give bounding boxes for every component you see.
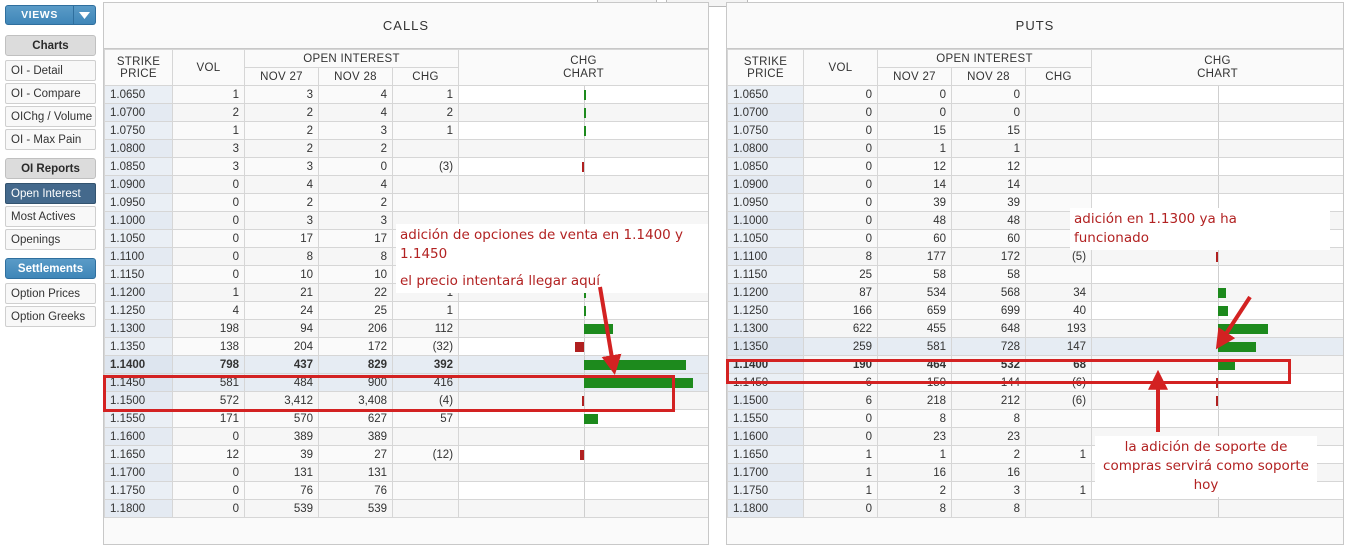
annotation-arrows <box>0 0 1346 545</box>
option-chain-screen: VIEWS Charts OI - Detail OI - Compare OI… <box>0 0 1346 545</box>
arrow-puts-diagonal <box>1222 297 1250 340</box>
arrow-calls-down <box>600 287 613 364</box>
